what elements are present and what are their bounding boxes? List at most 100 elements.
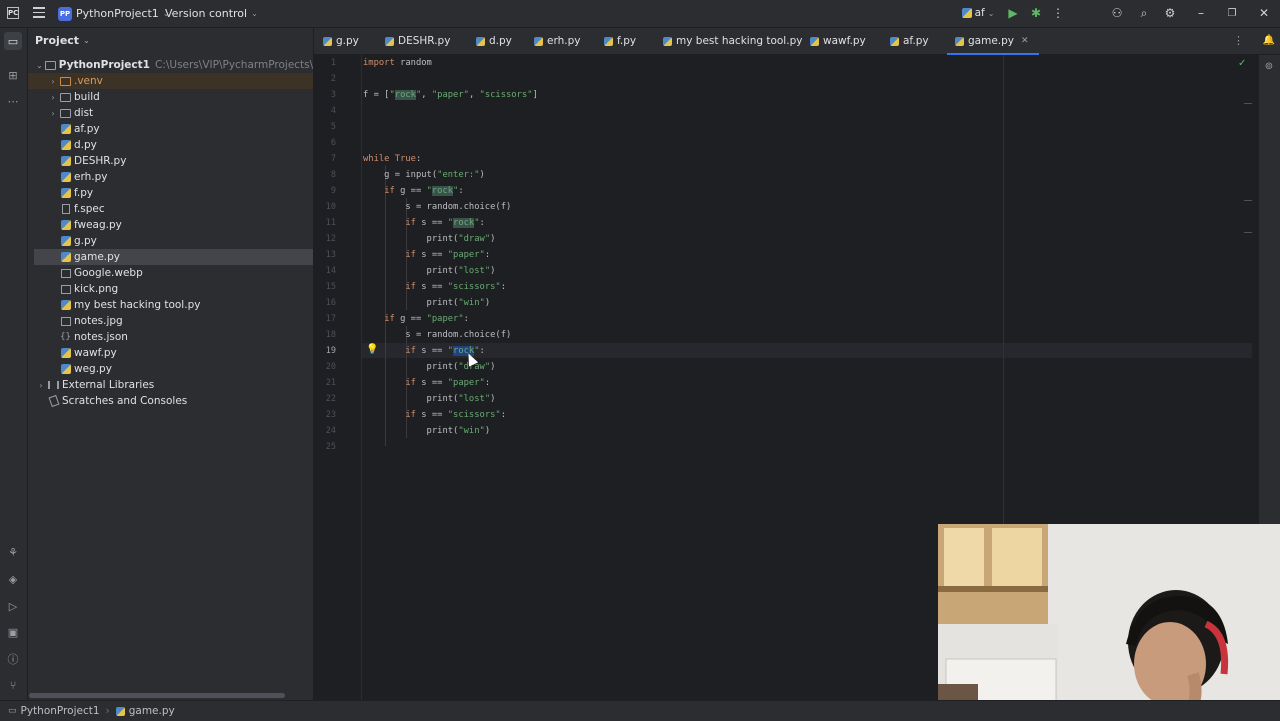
code-line-24: print("win"): [363, 426, 491, 436]
more-actions-icon[interactable]: ⋮: [1050, 4, 1066, 22]
tab-af-py[interactable]: af.py: [890, 28, 929, 54]
python-packages-icon[interactable]: ⚘: [4, 543, 22, 561]
tab-d-py[interactable]: d.py: [476, 28, 512, 54]
search-icon[interactable]: ⌕: [1135, 4, 1153, 22]
python-file-icon: [60, 156, 71, 166]
python-file-icon: [955, 36, 964, 46]
problems-icon[interactable]: ⓘ: [4, 650, 22, 668]
run-tool-icon[interactable]: ▷: [4, 597, 22, 615]
run-config-selector[interactable]: af ⌄: [960, 4, 996, 22]
notifications-icon[interactable]: 🔔: [1261, 32, 1277, 48]
tree-item-d-py[interactable]: d.py: [28, 137, 313, 153]
tree-item-g-py[interactable]: g.py: [28, 233, 313, 249]
tree-item-kick-png[interactable]: kick.png: [28, 281, 313, 297]
project-panel-header[interactable]: Project ⌄: [28, 28, 313, 53]
structure-icon[interactable]: ⊞: [4, 66, 22, 84]
tree-item-weg-py[interactable]: weg.py: [28, 361, 313, 377]
tab-f-py[interactable]: f.py: [604, 28, 636, 54]
tree-item-erh-py[interactable]: erh.py: [28, 169, 313, 185]
code-line-13: if s == "paper":: [405, 250, 491, 260]
json-file-icon: {}: [60, 332, 71, 342]
tab-erh-py[interactable]: erh.py: [534, 28, 580, 54]
python-file-icon: [385, 36, 394, 46]
line-number: 18: [325, 330, 336, 340]
tree-item-label: my best hacking tool.py: [74, 299, 201, 311]
line-number: 24: [325, 426, 336, 436]
pycharm-logo-icon: PC: [7, 7, 19, 19]
breadcrumb-project[interactable]: ▭ PythonProject1: [8, 705, 100, 717]
image-file-icon: [60, 316, 71, 326]
line-number: 17: [325, 314, 336, 324]
project-folder-icon[interactable]: ▭: [4, 32, 22, 50]
tree-item-notes-json[interactable]: {} notes.json: [28, 329, 313, 345]
debug-icon[interactable]: ✱: [1028, 4, 1044, 22]
project-widget[interactable]: PP PythonProject1 ⌄: [58, 5, 169, 22]
line-number: 5: [330, 122, 336, 132]
tree-item-game-py[interactable]: game.py: [34, 249, 313, 265]
tree-item-label: DESHR.py: [74, 155, 127, 167]
tree-item-notes-jpg[interactable]: notes.jpg: [28, 313, 313, 329]
tree-item-f-py[interactable]: f.py: [28, 185, 313, 201]
tree-item-build[interactable]: › build: [28, 89, 313, 105]
python-file-icon: [60, 236, 71, 246]
restore-icon[interactable]: ❐: [1223, 4, 1241, 22]
tree-item-af-py[interactable]: af.py: [28, 121, 313, 137]
line-number: 9: [330, 186, 336, 196]
tree-item-deshr-py[interactable]: DESHR.py: [28, 153, 313, 169]
no-problems-check-icon[interactable]: ✓: [1238, 58, 1246, 69]
folder-icon: [60, 92, 71, 102]
line-number: 23: [325, 410, 336, 420]
python-file-icon: [604, 36, 613, 46]
terminal-icon[interactable]: ▣: [4, 623, 22, 641]
line-number: 1: [330, 58, 336, 68]
more-tools-icon[interactable]: ⋯: [4, 92, 22, 110]
horizontal-scrollbar[interactable]: [29, 693, 285, 698]
minimize-icon[interactable]: –: [1192, 4, 1210, 22]
git-icon[interactable]: ⑂: [4, 676, 22, 694]
tree-item-fweag-py[interactable]: fweag.py: [28, 217, 313, 233]
close-tab-icon[interactable]: ✕: [1021, 36, 1029, 46]
tab-wawf-py[interactable]: wawf.py: [810, 28, 866, 54]
settings-gear-icon[interactable]: ⚙: [1161, 4, 1179, 22]
run-icon[interactable]: ▶: [1005, 4, 1021, 22]
tree-item-label: notes.json: [74, 331, 128, 343]
code-line-3: f = ["rock", "paper", "scissors"]: [363, 90, 538, 100]
close-window-icon[interactable]: ✕: [1255, 4, 1273, 22]
main-menu-icon[interactable]: [33, 7, 45, 21]
python-file-icon: [60, 172, 71, 182]
tree-item-wawf-py[interactable]: wawf.py: [28, 345, 313, 361]
tree-item-external-libraries[interactable]: › External Libraries: [28, 377, 313, 393]
python-file-icon: [810, 36, 819, 46]
tree-item-google-webp[interactable]: Google.webp: [28, 265, 313, 281]
tab-g-py[interactable]: g.py: [323, 28, 359, 54]
tab-label: erh.py: [547, 35, 581, 47]
excluded-folder-icon: [60, 76, 71, 86]
tree-item-venv[interactable]: › .venv: [28, 73, 313, 89]
tree-item-f-spec[interactable]: f.spec: [28, 201, 313, 217]
tree-root[interactable]: ⌄ PythonProject1 C:\Users\VIP\PycharmPro…: [28, 57, 314, 73]
version-control-widget[interactable]: Version control ⌄: [165, 5, 258, 22]
line-number: 11: [325, 218, 336, 228]
python-file-icon: [60, 252, 71, 262]
project-tool-window: Project ⌄ ⌄ PythonProject1 C:\Users\VIP\…: [28, 28, 314, 700]
tabs-menu-icon[interactable]: ⋮: [1233, 34, 1244, 47]
layers-icon[interactable]: ◈: [4, 570, 22, 588]
breadcrumb-file-label: game.py: [128, 705, 175, 717]
breadcrumb-file[interactable]: game.py: [115, 705, 175, 717]
code-line-7: while True:: [363, 154, 422, 164]
ai-assistant-icon[interactable]: ⊚: [1261, 58, 1277, 74]
tab-game-py[interactable]: game.py ✕: [947, 28, 1039, 55]
root-path: C:\Users\VIP\PycharmProjects\PythonPro: [154, 59, 314, 71]
tab-label: my best hacking tool.py: [676, 35, 803, 47]
current-line-highlight: [362, 343, 1252, 358]
tab-hacking-tool-py[interactable]: my best hacking tool.py: [663, 28, 802, 54]
add-user-icon[interactable]: ⚇: [1108, 4, 1126, 22]
chevron-right-icon: ›: [51, 108, 55, 118]
tree-item-scratches[interactable]: Scratches and Consoles: [28, 393, 313, 409]
tree-item-hacking-tool-py[interactable]: my best hacking tool.py: [28, 297, 313, 313]
editor-tabs: g.py DESHR.py d.py erh.py f.py my best h…: [314, 28, 1280, 55]
tab-deshr-py[interactable]: DESHR.py: [385, 28, 450, 54]
tree-item-dist[interactable]: › dist: [28, 105, 313, 121]
line-number: 2: [330, 74, 336, 84]
tree-item-label: wawf.py: [74, 347, 117, 359]
